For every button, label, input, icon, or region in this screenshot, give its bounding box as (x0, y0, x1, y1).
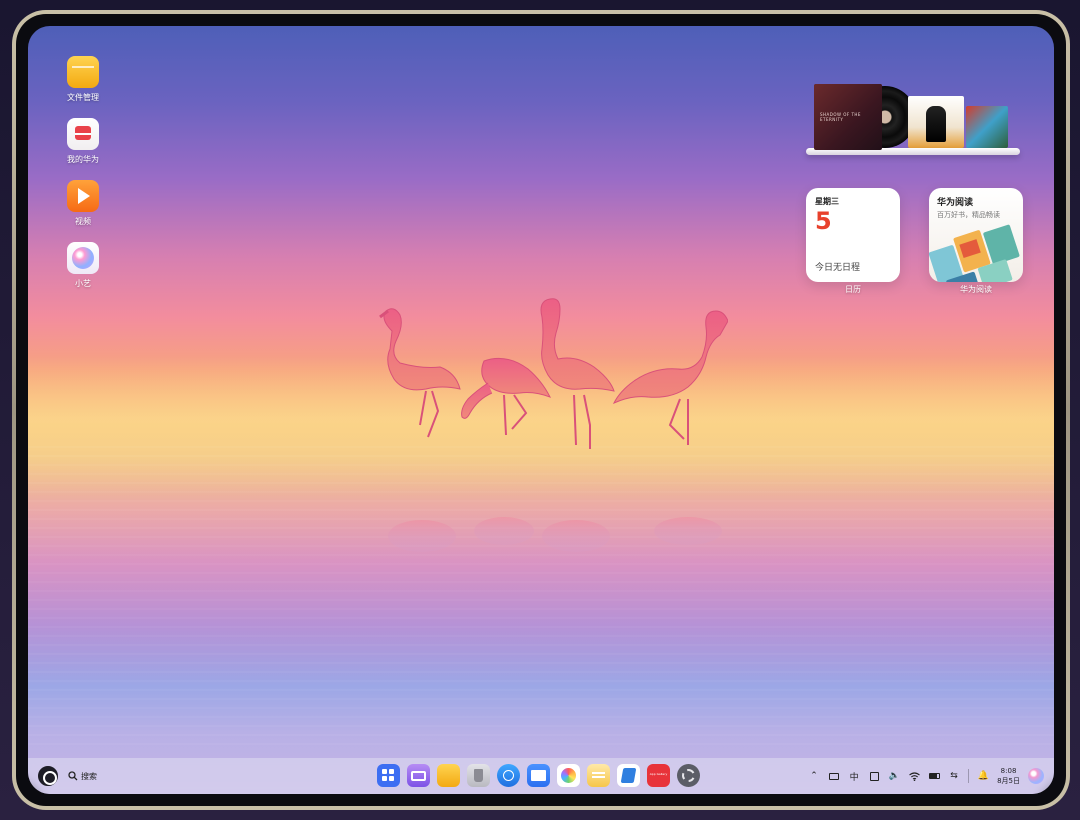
clipboard-icon[interactable] (868, 770, 880, 782)
calendar-weekday: 星期三 (815, 197, 839, 206)
calendar-note: 今日无日程 (815, 263, 861, 273)
browser-icon[interactable] (497, 764, 520, 787)
search-label: 搜索 (81, 771, 97, 781)
calendar-widget[interactable]: 星期三 5 今日无日程 (806, 188, 900, 282)
desktop-icon-xiaoyi[interactable]: 小艺 (52, 242, 114, 289)
trash-icon[interactable] (467, 764, 490, 787)
bezel: 文件管理 我的华为 视频 小艺 SHADOW OF THE ETERNITY 星… (16, 14, 1066, 806)
reader-book-covers (929, 224, 1020, 282)
search-button[interactable]: 搜索 (68, 767, 97, 785)
calendar-widget-label: 日历 (845, 285, 861, 294)
battery-icon[interactable] (928, 770, 940, 782)
xiaoyi-tray-icon[interactable] (1028, 768, 1044, 784)
volume-icon[interactable]: 🔈 (888, 770, 900, 782)
keyboard-icon[interactable] (828, 770, 840, 782)
my-huawei-icon (67, 118, 99, 150)
chevron-up-icon[interactable]: ⌃ (808, 770, 820, 782)
desktop-icon-label: 文件管理 (67, 93, 99, 102)
clock-date: 8月5日 (997, 777, 1020, 785)
tablet-device-frame: 文件管理 我的华为 视频 小艺 SHADOW OF THE ETERNITY 星… (12, 10, 1070, 810)
folder-icon (67, 56, 99, 88)
album-cover-front: SHADOW OF THE ETERNITY (814, 84, 882, 150)
app-launcher-icon[interactable] (377, 764, 400, 787)
reader-widget-label: 华为阅读 (960, 285, 992, 294)
calendar-day: 5 (815, 207, 832, 235)
desktop-icon-label: 视频 (75, 217, 91, 226)
gallery-icon[interactable] (557, 764, 580, 787)
desktop-icon-video[interactable]: 视频 (52, 180, 114, 227)
reader-title: 华为阅读 (937, 198, 974, 208)
search-icon (68, 771, 78, 781)
xiaoyi-assistant-icon (67, 242, 99, 274)
album-cover-second[interactable] (908, 96, 964, 148)
taskbar: 搜索 App Gallery ⌃ 中 🔈 ⇆ 🔔 8:08 8月5日 (28, 758, 1054, 794)
wifi-icon[interactable] (908, 770, 920, 782)
reader-subtitle: 百万好书，精品畅读 (937, 211, 1000, 219)
desktop-icon-file-manager[interactable]: 文件管理 (52, 56, 114, 103)
dock: App Gallery (377, 764, 700, 788)
settings-icon[interactable] (677, 764, 700, 787)
multitask-icon[interactable] (407, 764, 430, 787)
control-center-icon[interactable]: ⇆ (948, 770, 960, 782)
clock[interactable]: 8:08 8月5日 (997, 766, 1020, 786)
desktop-icon-my-huawei[interactable]: 我的华为 (52, 118, 114, 165)
input-method-indicator[interactable]: 中 (848, 770, 860, 783)
album-cover-third[interactable] (966, 106, 1008, 148)
album-title-overlay: SHADOW OF THE ETERNITY (820, 112, 861, 122)
notification-bell-icon[interactable]: 🔔 (977, 770, 989, 782)
system-tray: ⌃ 中 🔈 ⇆ 🔔 8:08 8月5日 (808, 764, 1044, 788)
mail-icon[interactable] (527, 764, 550, 787)
clock-time: 8:08 (1000, 767, 1017, 775)
desktop-icon-label: 我的华为 (67, 155, 99, 164)
wallpaper-flamingos (379, 298, 728, 552)
app-gallery-icon[interactable]: App Gallery (647, 764, 670, 787)
music-shelf-widget[interactable]: SHADOW OF THE ETERNITY SHADOW OF THE ETE… (806, 70, 1020, 160)
tray-divider (968, 769, 970, 783)
file-manager-icon[interactable] (437, 764, 460, 787)
huawei-reader-widget[interactable]: 华为阅读 百万好书，精品畅读 (929, 188, 1023, 282)
app-gallery-text: App Gallery (649, 772, 668, 776)
office-icon[interactable] (617, 764, 640, 787)
desktop-icon-label: 小艺 (75, 279, 91, 288)
notes-icon[interactable] (587, 764, 610, 787)
start-button[interactable] (38, 766, 58, 786)
video-play-icon (67, 180, 99, 212)
desktop-screen: 文件管理 我的华为 视频 小艺 SHADOW OF THE ETERNITY 星… (28, 26, 1054, 794)
